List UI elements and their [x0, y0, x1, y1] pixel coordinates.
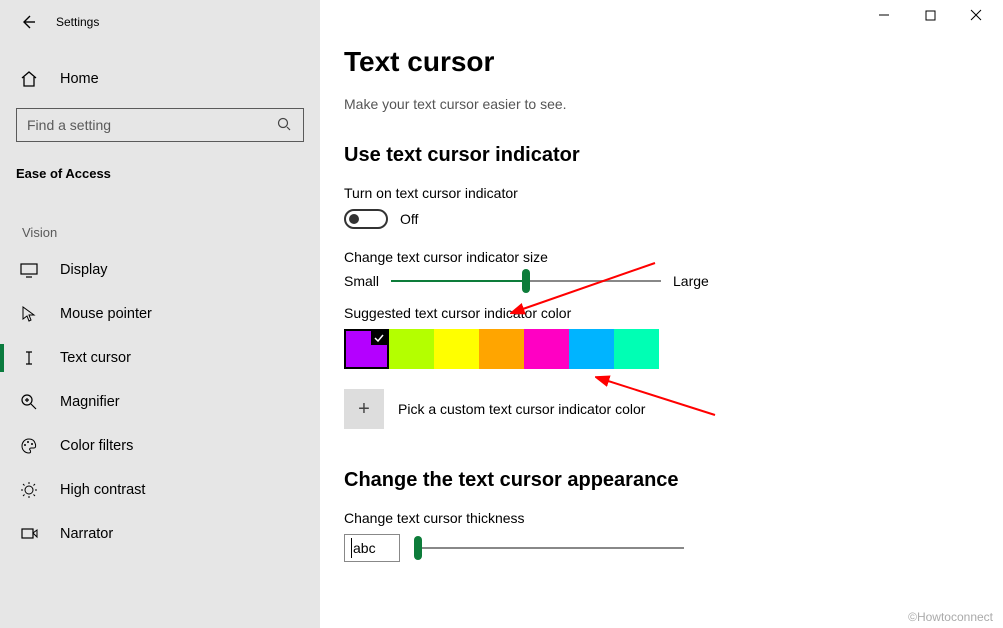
plus-icon: +: [358, 398, 370, 421]
contrast-icon: [20, 481, 38, 499]
arrow-left-icon: [20, 14, 36, 30]
home-nav[interactable]: Home: [0, 56, 320, 102]
slider-thumb[interactable]: [522, 269, 530, 293]
sidebar: Settings Home Ease of Access Vision Disp…: [0, 0, 320, 628]
thickness-preview: abc: [344, 534, 400, 562]
sidebar-item-narrator[interactable]: Narrator: [0, 512, 320, 556]
color-label: Suggested text cursor indicator color: [344, 305, 963, 321]
color-swatch-cyan[interactable]: [569, 329, 614, 369]
maximize-icon: [925, 10, 936, 21]
minimize-icon: [878, 9, 890, 21]
nav-label: Narrator: [60, 526, 113, 542]
color-swatch-purple[interactable]: [344, 329, 389, 369]
nav-label: Text cursor: [60, 350, 131, 366]
text-cursor-icon: [20, 349, 38, 367]
sidebar-item-text-cursor[interactable]: Text cursor: [0, 336, 320, 380]
page-title: Text cursor: [344, 46, 963, 78]
search-input[interactable]: [27, 117, 277, 133]
size-slider[interactable]: [391, 280, 661, 282]
sidebar-item-magnifier[interactable]: Magnifier: [0, 380, 320, 424]
preview-text: abc: [353, 540, 376, 556]
search-box[interactable]: [16, 108, 304, 142]
thickness-thumb[interactable]: [414, 536, 422, 560]
sidebar-item-display[interactable]: Display: [0, 248, 320, 292]
color-swatches: [344, 329, 963, 369]
custom-color-label: Pick a custom text cursor indicator colo…: [398, 401, 645, 417]
close-icon: [970, 9, 982, 21]
nav-label: Display: [60, 262, 108, 278]
watermark: ©Howtoconnect: [908, 610, 993, 624]
sidebar-item-mouse-pointer[interactable]: Mouse pointer: [0, 292, 320, 336]
home-label: Home: [60, 71, 99, 87]
thickness-label: Change text cursor thickness: [344, 510, 963, 526]
back-button[interactable]: [18, 12, 38, 32]
narrator-icon: [20, 525, 38, 543]
toggle-title: Turn on text cursor indicator: [344, 185, 963, 201]
maximize-button[interactable]: [907, 0, 953, 30]
nav-label: Magnifier: [60, 394, 120, 410]
check-icon: [371, 331, 387, 345]
home-icon: [20, 70, 38, 88]
minimize-button[interactable]: [861, 0, 907, 30]
nav-label: Mouse pointer: [60, 306, 152, 322]
sidebar-item-high-contrast[interactable]: High contrast: [0, 468, 320, 512]
custom-color-button[interactable]: +: [344, 389, 384, 429]
indicator-toggle[interactable]: [344, 209, 388, 229]
group-title: Vision: [0, 181, 320, 248]
pointer-icon: [20, 305, 38, 323]
caret-preview: [351, 538, 352, 558]
slider-fill: [391, 280, 526, 282]
slider-small: Small: [344, 273, 379, 289]
slider-large: Large: [673, 273, 709, 289]
section-appearance: Change the text cursor appearance: [344, 469, 963, 492]
size-label: Change text cursor indicator size: [344, 249, 963, 265]
palette-icon: [20, 437, 38, 455]
settings-title: Settings: [56, 15, 99, 29]
color-swatch-lime[interactable]: [389, 329, 434, 369]
toggle-state: Off: [400, 211, 418, 227]
monitor-icon: [20, 261, 38, 279]
nav-label: High contrast: [60, 482, 145, 498]
nav-label: Color filters: [60, 438, 133, 454]
color-swatch-orange[interactable]: [479, 329, 524, 369]
close-button[interactable]: [953, 0, 999, 30]
toggle-knob: [349, 214, 359, 224]
main-content: Text cursor Make your text cursor easier…: [320, 0, 1003, 628]
category-title: Ease of Access: [0, 142, 320, 181]
sidebar-item-color-filters[interactable]: Color filters: [0, 424, 320, 468]
magnifier-icon: [20, 393, 38, 411]
thickness-slider[interactable]: [414, 547, 684, 549]
color-swatch-yellow[interactable]: [434, 329, 479, 369]
color-swatch-teal[interactable]: [614, 329, 659, 369]
search-icon: [277, 117, 293, 133]
color-swatch-magenta[interactable]: [524, 329, 569, 369]
page-subtitle: Make your text cursor easier to see.: [344, 96, 963, 112]
window-controls: [861, 0, 999, 30]
section-indicator: Use text cursor indicator: [344, 144, 963, 167]
